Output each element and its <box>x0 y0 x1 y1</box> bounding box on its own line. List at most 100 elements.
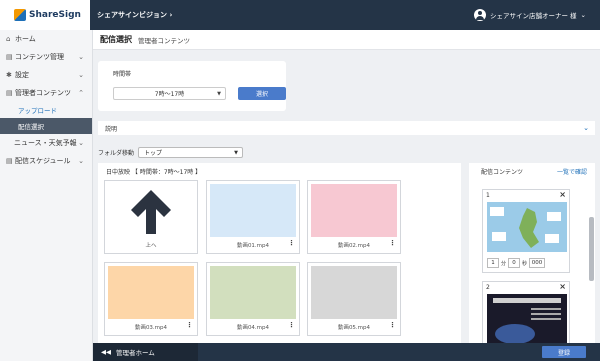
delivery-number: 1 <box>486 192 490 199</box>
chevron-down-icon: ⌄ <box>78 139 84 147</box>
top-bar: ShareSign シェアサインビジョン › シェアサイン店舗オーナー 様 ⌄ <box>0 0 600 30</box>
arrow-up-icon <box>108 184 194 237</box>
vision-breadcrumb[interactable]: シェアサインビジョン › <box>97 10 172 20</box>
sidebar-item-settings[interactable]: ✱ 設定 ⌄ <box>0 66 92 84</box>
chevron-down-icon: ⌄ <box>583 124 589 132</box>
tile-name: 動画01.mp4 <box>236 243 270 249</box>
home-icon: ⌂ <box>6 35 11 43</box>
select-button[interactable]: 選択 <box>238 87 286 100</box>
more-options-icon[interactable]: ⋮ <box>389 239 396 247</box>
duration-input: 1 分 0 秒 000 <box>487 258 546 268</box>
sidebar-subitem-label: 配信選択 <box>18 123 44 131</box>
sidebar: ⌂ ホーム ▤ コンテンツ管理 ⌄ ✱ 設定 ⌄ ▤ 管理者コンテンツ ⌃ アッ… <box>0 30 93 361</box>
minutes-unit: 分 <box>501 260 507 267</box>
seconds-field[interactable]: 0 <box>508 258 521 268</box>
dropdown-arrow-icon: ▼ <box>217 90 221 97</box>
time-slot-label: 時間帯 <box>113 71 132 78</box>
description-accordion[interactable]: 説明 ⌄ <box>98 121 595 135</box>
scrollbar[interactable] <box>589 217 594 281</box>
folder-move-label: フォルダ移動 <box>98 150 135 157</box>
time-slot-card: 時間帯 7時〜17時 ▼ 選択 <box>98 61 286 111</box>
tile-up[interactable]: 上へ <box>104 180 198 254</box>
more-options-icon[interactable]: ⋮ <box>389 321 396 329</box>
tile-video[interactable]: 動画03.mp4 ⋮ <box>104 262 198 336</box>
tile-video[interactable]: 動画05.mp4 ⋮ <box>307 262 401 336</box>
more-options-icon[interactable]: ⋮ <box>288 321 295 329</box>
chevron-down-icon: ⌄ <box>78 53 84 61</box>
frames-field[interactable]: 000 <box>529 258 546 268</box>
folder-select[interactable]: トップ ▼ <box>138 147 244 158</box>
tile-name: 動画02.mp4 <box>337 243 371 249</box>
gear-icon: ✱ <box>6 71 12 79</box>
delivery-card[interactable]: 1 × 1 分 0 秒 000 <box>482 189 570 273</box>
tile-name: 動画04.mp4 <box>236 325 270 331</box>
register-button[interactable]: 登録 <box>542 346 586 358</box>
sidebar-item-label: ホーム <box>15 35 36 43</box>
description-label: 説明 <box>105 125 118 133</box>
vision-label: シェアサインビジョン <box>97 11 167 19</box>
video-thumbnail <box>210 184 296 237</box>
sidebar-subitem-delivery-select[interactable]: 配信選択 <box>0 118 92 134</box>
content-panel: 日中放映 【 時間帯：7時〜17時 】 上へ 動画01.mp4 ⋮ 動画02.m… <box>98 163 461 361</box>
sidebar-item-label: ニュース・天気予報 <box>14 139 77 147</box>
sidebar-subitem-label: アップロード <box>18 107 57 115</box>
user-avatar-icon <box>473 9 486 21</box>
sidebar-item-admin-content[interactable]: ▤ 管理者コンテンツ ⌃ <box>0 84 92 102</box>
chevron-right-icon: › <box>169 11 173 19</box>
chevron-down-icon: ⌄ <box>580 11 586 19</box>
time-slot-value: 7時〜17時 <box>154 91 185 98</box>
sidebar-item-label: 設定 <box>15 71 29 79</box>
bottom-bar: ◀◀ 管理者ホーム 登録 <box>93 343 600 361</box>
admin-home-label: 管理者ホーム <box>116 349 155 357</box>
user-menu[interactable]: シェアサイン店舗オーナー 様 ⌄ <box>473 9 586 21</box>
more-options-icon[interactable]: ⋮ <box>288 239 295 247</box>
delivery-title: 配信コンテンツ <box>481 169 524 176</box>
time-slot-select[interactable]: 7時〜17時 ▼ <box>113 87 226 100</box>
dropdown-arrow-icon: ▼ <box>234 149 239 156</box>
logo-text: ShareSign <box>29 10 81 20</box>
app-logo[interactable]: ShareSign <box>0 0 90 30</box>
more-options-icon[interactable]: ⋮ <box>186 321 193 329</box>
sidebar-item-news-weather[interactable]: ニュース・天気予報 ⌄ <box>0 134 92 152</box>
sidebar-subitem-upload[interactable]: アップロード <box>0 102 92 118</box>
main-area: 配信選択 管理者コンテンツ 時間帯 7時〜17時 ▼ 選択 説明 ⌄ フォルダ移… <box>93 30 600 361</box>
weather-map-thumbnail <box>487 202 567 252</box>
video-thumbnail <box>311 184 397 237</box>
document-icon: ▤ <box>6 89 13 97</box>
folder-move-row: フォルダ移動 トップ ▼ <box>98 147 244 158</box>
chevron-down-icon: ⌄ <box>78 71 84 79</box>
user-name: シェアサイン店舗オーナー 様 <box>489 12 577 20</box>
close-icon[interactable]: × <box>559 190 566 199</box>
seconds-unit: 秒 <box>522 260 528 267</box>
sidebar-item-label: コンテンツ管理 <box>15 53 64 61</box>
delivery-panel: 配信コンテンツ 一覧で確認 1 × 1 分 0 秒 000 2 × <box>469 163 595 361</box>
tile-video[interactable]: 動画01.mp4 ⋮ <box>206 180 300 254</box>
sidebar-item-content-management[interactable]: ▤ コンテンツ管理 ⌄ <box>0 48 92 66</box>
back-double-icon: ◀◀ <box>101 348 111 356</box>
close-icon[interactable]: × <box>559 282 566 291</box>
page-subtitle: 管理者コンテンツ <box>138 36 190 45</box>
page-header: 配信選択 管理者コンテンツ <box>93 30 600 50</box>
content-panel-header: 日中放映 【 時間帯：7時〜17時 】 <box>106 169 202 176</box>
minutes-field[interactable]: 1 <box>487 258 499 268</box>
sidebar-item-label: 配信スケジュール <box>15 157 71 165</box>
sidebar-item-delivery-schedule[interactable]: ▤ 配信スケジュール ⌄ <box>0 152 92 170</box>
sidebar-item-home[interactable]: ⌂ ホーム <box>0 30 92 48</box>
tile-name: 動画03.mp4 <box>134 325 168 331</box>
chevron-up-icon: ⌃ <box>78 89 84 97</box>
folder-value: トップ <box>144 150 163 157</box>
news-thumbnail <box>487 294 567 344</box>
video-thumbnail <box>108 266 194 319</box>
sharesign-logo-icon <box>14 9 26 21</box>
admin-home-button[interactable]: ◀◀ 管理者ホーム <box>93 343 198 361</box>
document-icon: ▤ <box>6 53 13 61</box>
delivery-number: 2 <box>486 284 490 291</box>
tile-video[interactable]: 動画02.mp4 ⋮ <box>307 180 401 254</box>
tile-video[interactable]: 動画04.mp4 ⋮ <box>206 262 300 336</box>
document-icon: ▤ <box>6 157 13 165</box>
sidebar-item-label: 管理者コンテンツ <box>15 89 71 97</box>
tile-name: 動画05.mp4 <box>337 325 371 331</box>
page-title: 配信選択 <box>100 35 132 44</box>
view-list-link[interactable]: 一覧で確認 <box>557 167 587 176</box>
video-thumbnail <box>311 266 397 319</box>
